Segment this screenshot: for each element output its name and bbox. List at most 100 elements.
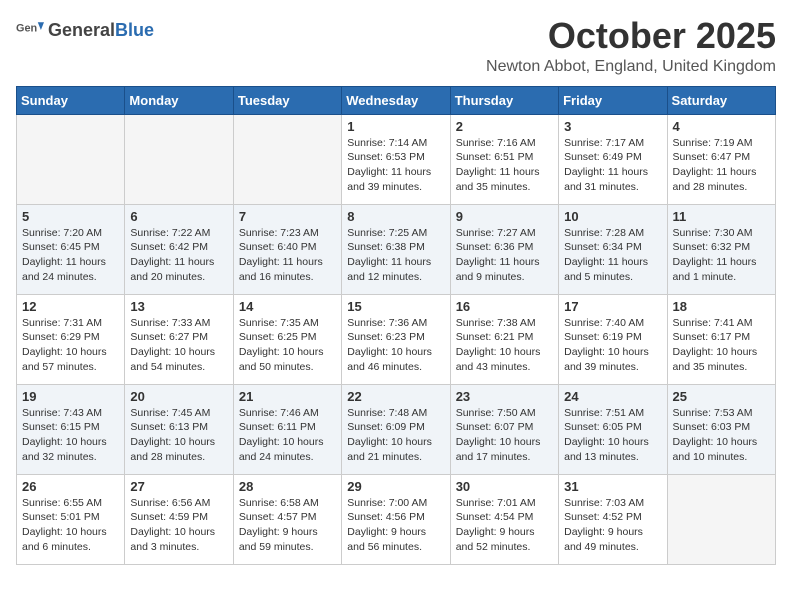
day-number: 28 [239, 479, 336, 494]
column-header-wednesday: Wednesday [342, 86, 450, 114]
week-row-5: 26Sunrise: 6:55 AMSunset: 5:01 PMDayligh… [17, 474, 776, 564]
logo-general-text: General [48, 20, 115, 41]
day-number: 29 [347, 479, 444, 494]
logo-icon: Gen [16, 16, 44, 44]
calendar-cell: 17Sunrise: 7:40 AMSunset: 6:19 PMDayligh… [559, 294, 667, 384]
calendar-cell: 27 Sunrise: 6:56 AMSunset: 4:59 PMDayligh… [125, 474, 233, 564]
day-number: 26 [22, 479, 119, 494]
calendar-table: SundayMondayTuesdayWednesdayThursdayFrid… [16, 86, 776, 565]
calendar-cell: 9 Sunrise: 7:27 AMSunset: 6:36 PMDaylight… [450, 204, 558, 294]
day-number: 24 [564, 389, 661, 404]
day-info: Sunrise: 7:48 AMSunset: 6:09 PMDaylight:… [347, 406, 444, 465]
calendar-cell: 7 Sunrise: 7:23 AMSunset: 6:40 PMDaylight… [233, 204, 341, 294]
day-number: 4 [673, 119, 770, 134]
day-info: Sunrise: 7:00 AMSunset: 4:56 PMDaylight:… [347, 496, 444, 555]
day-info: Sunrise: 7:46 AMSunset: 6:11 PMDaylight:… [239, 406, 336, 465]
day-info: Sunrise: 7:27 AMSunset: 6:36 PMDaylight:… [456, 226, 553, 285]
day-info: Sunrise: 7:43 AMSunset: 6:15 PMDaylight:… [22, 406, 119, 465]
column-header-sunday: Sunday [17, 86, 125, 114]
day-number: 8 [347, 209, 444, 224]
day-number: 18 [673, 299, 770, 314]
location-subtitle: Newton Abbot, England, United Kingdom [486, 58, 776, 76]
calendar-cell: 2 Sunrise: 7:16 AMSunset: 6:51 PMDaylight… [450, 114, 558, 204]
day-number: 9 [456, 209, 553, 224]
day-number: 2 [456, 119, 553, 134]
day-number: 12 [22, 299, 119, 314]
calendar-cell [17, 114, 125, 204]
calendar-cell: 18 Sunrise: 7:41 AMSunset: 6:17 PMDayligh… [667, 294, 775, 384]
calendar-cell: 5 Sunrise: 7:20 AMSunset: 6:45 PMDaylight… [17, 204, 125, 294]
day-info: Sunrise: 7:50 AMSunset: 6:07 PMDaylight:… [456, 406, 553, 465]
calendar-cell: 25 Sunrise: 7:53 AMSunset: 6:03 PMDayligh… [667, 384, 775, 474]
week-row-4: 19 Sunrise: 7:43 AMSunset: 6:15 PMDayligh… [17, 384, 776, 474]
calendar-cell: 13 Sunrise: 7:33 AMSunset: 6:27 PMDayligh… [125, 294, 233, 384]
day-number: 23 [456, 389, 553, 404]
day-info: Sunrise: 7:31 AMSunset: 6:29 PMDaylight:… [22, 316, 119, 375]
title-area: October 2025 Newton Abbot, England, Unit… [486, 16, 776, 76]
day-info: Sunrise: 7:53 AMSunset: 6:03 PMDaylight:… [673, 406, 770, 465]
calendar-cell: 23 Sunrise: 7:50 AMSunset: 6:07 PMDayligh… [450, 384, 558, 474]
day-info: Sunrise: 7:38 AMSunset: 6:21 PMDaylight:… [456, 316, 553, 375]
day-info: Sunrise: 7:14 AMSunset: 6:53 PMDaylight:… [347, 136, 444, 195]
calendar-cell: 4 Sunrise: 7:19 AMSunset: 6:47 PMDaylight… [667, 114, 775, 204]
day-info: Sunrise: 7:33 AMSunset: 6:27 PMDaylight:… [130, 316, 227, 375]
calendar-cell: 24 Sunrise: 7:51 AMSunset: 6:05 PMDayligh… [559, 384, 667, 474]
page-header: Gen General Blue October 2025 Newton Abb… [16, 16, 776, 76]
week-row-2: 5 Sunrise: 7:20 AMSunset: 6:45 PMDaylight… [17, 204, 776, 294]
svg-text:Gen: Gen [16, 23, 37, 35]
day-number: 14 [239, 299, 336, 314]
calendar-cell: 1 Sunrise: 7:14 AMSunset: 6:53 PMDaylight… [342, 114, 450, 204]
day-number: 17 [564, 299, 661, 314]
calendar-cell [233, 114, 341, 204]
day-number: 13 [130, 299, 227, 314]
day-number: 15 [347, 299, 444, 314]
logo: Gen General Blue [16, 16, 154, 44]
day-number: 25 [673, 389, 770, 404]
day-number: 19 [22, 389, 119, 404]
day-info: Sunrise: 6:56 AMSunset: 4:59 PMDaylight:… [130, 496, 227, 555]
day-info: Sunrise: 7:17 AMSunset: 6:49 PMDaylight:… [564, 136, 661, 195]
day-number: 27 [130, 479, 227, 494]
calendar-cell: 31Sunrise: 7:03 AMSunset: 4:52 PMDayligh… [559, 474, 667, 564]
day-number: 7 [239, 209, 336, 224]
calendar-cell: 14Sunrise: 7:35 AMSunset: 6:25 PMDayligh… [233, 294, 341, 384]
day-number: 5 [22, 209, 119, 224]
week-row-1: 1 Sunrise: 7:14 AMSunset: 6:53 PMDaylight… [17, 114, 776, 204]
column-header-monday: Monday [125, 86, 233, 114]
day-info: Sunrise: 7:16 AMSunset: 6:51 PMDaylight:… [456, 136, 553, 195]
day-number: 1 [347, 119, 444, 134]
day-number: 11 [673, 209, 770, 224]
day-number: 22 [347, 389, 444, 404]
day-info: Sunrise: 7:41 AMSunset: 6:17 PMDaylight:… [673, 316, 770, 375]
day-info: Sunrise: 7:22 AMSunset: 6:42 PMDaylight:… [130, 226, 227, 285]
calendar-cell [667, 474, 775, 564]
column-header-friday: Friday [559, 86, 667, 114]
calendar-cell: 22 Sunrise: 7:48 AMSunset: 6:09 PMDayligh… [342, 384, 450, 474]
calendar-cell: 8Sunrise: 7:25 AMSunset: 6:38 PMDaylight… [342, 204, 450, 294]
calendar-cell: 28Sunrise: 6:58 AMSunset: 4:57 PMDayligh… [233, 474, 341, 564]
logo-blue-text: Blue [115, 20, 154, 41]
calendar-cell: 29 Sunrise: 7:00 AMSunset: 4:56 PMDayligh… [342, 474, 450, 564]
column-header-saturday: Saturday [667, 86, 775, 114]
day-info: Sunrise: 7:51 AMSunset: 6:05 PMDaylight:… [564, 406, 661, 465]
calendar-header-row: SundayMondayTuesdayWednesdayThursdayFrid… [17, 86, 776, 114]
column-header-thursday: Thursday [450, 86, 558, 114]
calendar-cell: 12 Sunrise: 7:31 AMSunset: 6:29 PMDayligh… [17, 294, 125, 384]
day-number: 21 [239, 389, 336, 404]
calendar-cell: 6Sunrise: 7:22 AMSunset: 6:42 PMDaylight… [125, 204, 233, 294]
day-info: Sunrise: 7:23 AMSunset: 6:40 PMDaylight:… [239, 226, 336, 285]
day-number: 16 [456, 299, 553, 314]
day-info: Sunrise: 7:01 AMSunset: 4:54 PMDaylight:… [456, 496, 553, 555]
day-info: Sunrise: 7:20 AMSunset: 6:45 PMDaylight:… [22, 226, 119, 285]
calendar-cell: 20Sunrise: 7:45 AMSunset: 6:13 PMDayligh… [125, 384, 233, 474]
week-row-3: 12 Sunrise: 7:31 AMSunset: 6:29 PMDayligh… [17, 294, 776, 384]
day-info: Sunrise: 7:28 AMSunset: 6:34 PMDaylight:… [564, 226, 661, 285]
calendar-cell: 21 Sunrise: 7:46 AMSunset: 6:11 PMDayligh… [233, 384, 341, 474]
day-info: Sunrise: 7:45 AMSunset: 6:13 PMDaylight:… [130, 406, 227, 465]
calendar-cell: 3Sunrise: 7:17 AMSunset: 6:49 PMDaylight… [559, 114, 667, 204]
day-info: Sunrise: 7:03 AMSunset: 4:52 PMDaylight:… [564, 496, 661, 555]
calendar-cell [125, 114, 233, 204]
column-header-tuesday: Tuesday [233, 86, 341, 114]
calendar-cell: 15Sunrise: 7:36 AMSunset: 6:23 PMDayligh… [342, 294, 450, 384]
day-info: Sunrise: 7:19 AMSunset: 6:47 PMDaylight:… [673, 136, 770, 195]
